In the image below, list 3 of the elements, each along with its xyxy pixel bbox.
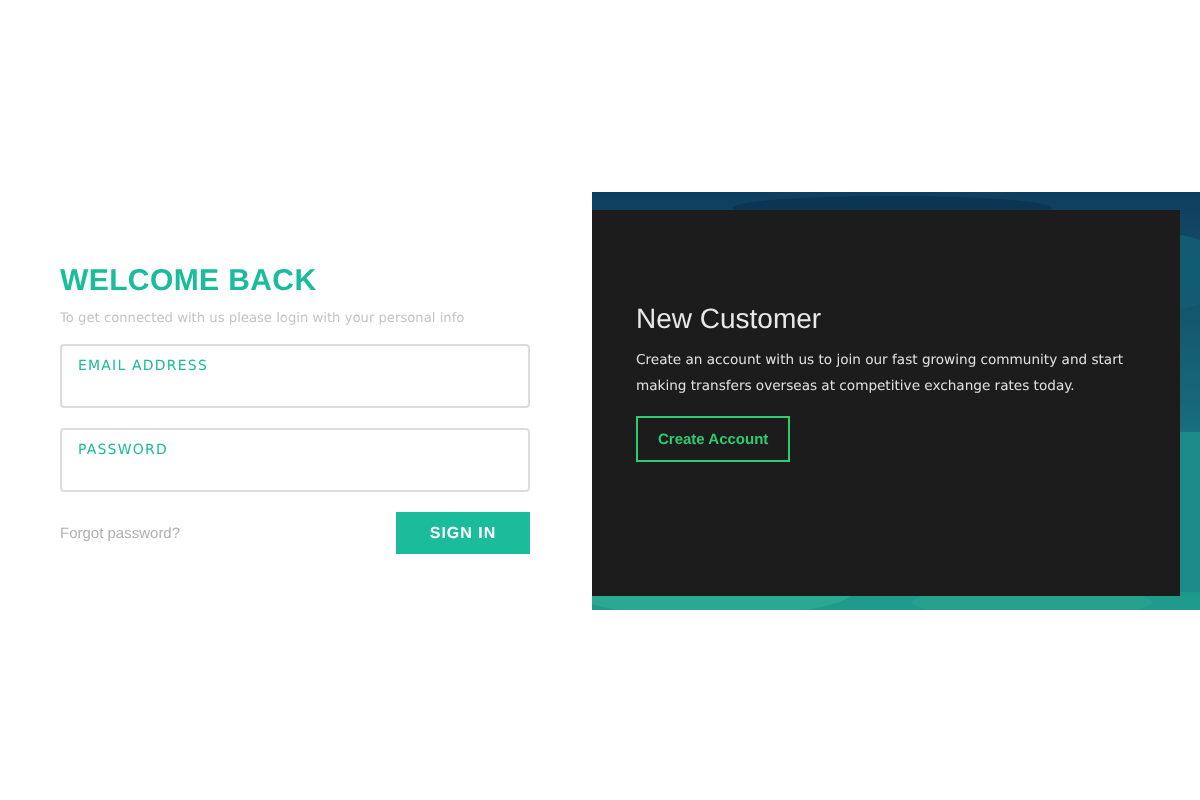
card-title: New Customer bbox=[636, 302, 824, 334]
sign-in-button[interactable]: SIGN IN bbox=[396, 511, 530, 553]
welcome-heading: WELCOME BACK bbox=[60, 263, 319, 297]
